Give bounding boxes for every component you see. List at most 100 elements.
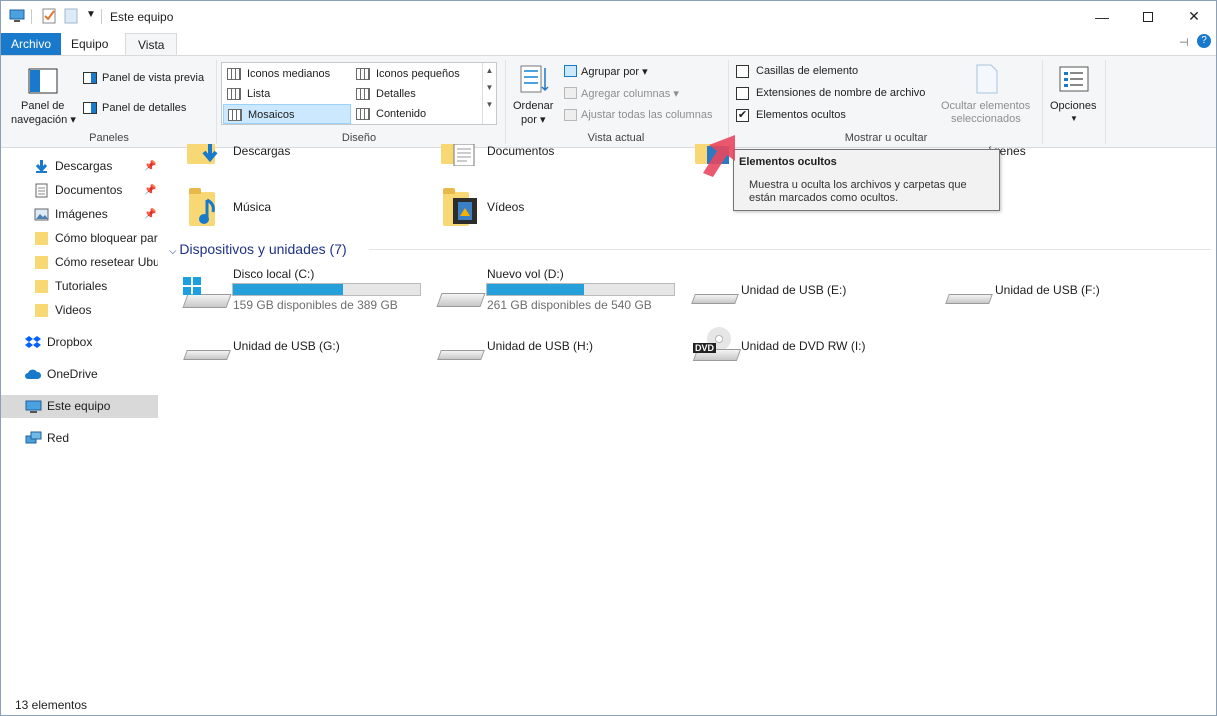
options-label: Opciones [1050, 100, 1097, 112]
hidden-items-checkbox[interactable]: ✔ [736, 109, 749, 122]
network-icon [25, 431, 42, 444]
computer-icon[interactable] [9, 8, 25, 24]
folder-label-descargas[interactable]: Descargas [233, 144, 290, 158]
properties-icon[interactable] [41, 8, 57, 24]
content-icon [356, 108, 370, 120]
folder-label-videos[interactable]: Vídeos [487, 200, 524, 214]
folder-tile-documentos[interactable] [441, 144, 481, 170]
qat-dropdown-icon[interactable]: ▼ [86, 9, 96, 20]
hide-selected-button: Ocultar elementos seleccionados [939, 62, 1035, 128]
tab-archivo[interactable]: Archivo [1, 33, 62, 55]
show-hide-group-label: Mostrar u ocultar [844, 132, 928, 144]
drive-c-icon[interactable] [181, 277, 232, 311]
drive-g-icon[interactable] [181, 347, 231, 367]
layout-small-icons[interactable]: Iconos pequeños [352, 64, 480, 84]
tab-equipo[interactable]: Equipo [59, 33, 120, 55]
item-checkboxes-label[interactable]: Casillas de elemento [756, 65, 858, 77]
nav-item-red[interactable]: Red [1, 427, 158, 450]
chevron-down-icon[interactable]: ⌵ [169, 246, 179, 257]
nav-item-documentos[interactable]: Documentos 📌 [1, 179, 158, 202]
expand-icon[interactable]: ▼ [483, 100, 496, 109]
help-icon[interactable]: ? [1197, 34, 1211, 48]
new-folder-icon[interactable] [64, 8, 80, 24]
nav-item-descargas[interactable]: Descargas 📌 [1, 155, 158, 178]
drive-c-label[interactable]: Disco local (C:) [233, 267, 314, 281]
nav-item-este-equipo[interactable]: Este equipo [1, 395, 158, 418]
hide-selected-label-2: seleccionados [951, 113, 1021, 125]
maximize-button[interactable] [1125, 1, 1171, 32]
layout-medium-icons[interactable]: Iconos medianos [223, 64, 351, 84]
navigation-pane: Descargas 📌 Documentos 📌 Imágenes 📌 Cómo bl… [1, 148, 161, 688]
preview-pane-button[interactable]: Panel de vista previa [102, 72, 204, 84]
layout-details[interactable]: Detalles [352, 84, 480, 104]
details-pane-button[interactable]: Panel de detalles [102, 102, 186, 114]
fit-columns-icon [564, 109, 577, 121]
layout-scrollbar[interactable]: ▲ ▼ ▼ [482, 63, 496, 124]
layout-content[interactable]: Contenido [352, 104, 480, 124]
drive-e-icon[interactable] [689, 291, 739, 311]
scroll-down-icon[interactable]: ▼ [483, 83, 496, 92]
scroll-up-icon[interactable]: ▲ [483, 66, 496, 75]
drive-g-label[interactable]: Unidad de USB (G:) [233, 339, 340, 353]
drive-f-label[interactable]: Unidad de USB (F:) [995, 283, 1100, 297]
status-bar-count: 13 elementos [15, 698, 88, 712]
minimize-button[interactable]: — [1079, 1, 1125, 32]
tab-vista[interactable]: Vista [125, 33, 178, 55]
drive-i-label[interactable]: Unidad de DVD RW (I:) [741, 339, 865, 353]
film-icon [453, 198, 477, 224]
navigation-pane-button[interactable]: Panel de navegación ▾ [11, 62, 76, 132]
pin-icon[interactable]: 📌 [144, 179, 156, 202]
drive-c-free-space: 159 GB disponibles de 389 GB [233, 298, 398, 312]
pin-ribbon-icon[interactable]: ⊣ [1179, 36, 1189, 49]
nav-item-tutoriales[interactable]: Tutoriales [1, 275, 158, 298]
nav-item-imagenes[interactable]: Imágenes 📌 [1, 203, 158, 226]
drive-h-icon[interactable] [435, 347, 485, 367]
usb-drive-icon [437, 350, 485, 360]
item-checkboxes-checkbox[interactable] [736, 65, 749, 78]
drive-h-label[interactable]: Unidad de USB (H:) [487, 339, 593, 353]
section-divider [369, 249, 1211, 250]
navigation-pane-label-1: Panel de [21, 100, 65, 112]
nav-item-dropbox[interactable]: Dropbox [1, 331, 158, 354]
sort-by-button[interactable]: Ordenar por ▾ [509, 62, 559, 130]
nav-item-videos[interactable]: Videos [1, 299, 158, 322]
list-icon [227, 88, 241, 100]
title-bar: ▼ Este equipo — ✕ [1, 1, 1216, 32]
drive-i-icon[interactable]: DVD [689, 325, 742, 367]
minimize-icon: — [1095, 8, 1109, 25]
nav-item-onedrive[interactable]: OneDrive [1, 363, 158, 386]
image-icon [34, 208, 49, 221]
folder-tile-videos[interactable] [441, 186, 481, 230]
drive-d-label[interactable]: Nuevo vol (D:) [487, 267, 564, 281]
folder-label-documentos[interactable]: Documentos [487, 144, 554, 158]
annotation-arrow-icon [703, 135, 735, 177]
group-by-button[interactable]: Agrupar por ▾ [581, 65, 648, 78]
nav-item-folder[interactable]: Cómo resetear Ubu [1, 251, 158, 274]
options-button[interactable]: Opciones ▼ [1047, 62, 1101, 130]
pin-icon[interactable]: 📌 [144, 203, 156, 226]
drive-f-icon[interactable] [943, 291, 993, 311]
folder-icon [35, 232, 48, 245]
file-extensions-checkbox[interactable] [736, 87, 749, 100]
sort-by-label-2: por ▾ [521, 114, 546, 126]
layout-list[interactable]: Lista [223, 84, 351, 104]
close-icon: ✕ [1188, 8, 1200, 24]
drive-e-label[interactable]: Unidad de USB (E:) [741, 283, 846, 297]
group-by-icon [564, 65, 577, 77]
close-button[interactable]: ✕ [1171, 1, 1216, 32]
pin-icon[interactable]: 📌 [144, 155, 156, 178]
drive-d-icon[interactable] [435, 283, 486, 311]
file-extensions-label[interactable]: Extensiones de nombre de archivo [756, 87, 925, 99]
ribbon-tabs: Archivo Equipo Vista ⊣ ? [1, 32, 1216, 55]
dvd-badge: DVD [693, 343, 717, 353]
hidden-items-label[interactable]: Elementos ocultos [756, 109, 846, 121]
folder-label-musica[interactable]: Música [233, 200, 271, 214]
folder-tile-descargas[interactable] [187, 144, 227, 170]
tooltip-line-1: Muestra u oculta los archivos y carpetas… [749, 179, 967, 191]
tooltip-title: Elementos ocultos [739, 156, 837, 168]
nav-item-folder[interactable]: Cómo bloquear par [1, 227, 158, 250]
qat-separator [31, 9, 32, 24]
folder-tile-musica[interactable] [187, 186, 227, 230]
devices-section-header[interactable]: ⌵ Dispositivos y unidades (7) [169, 241, 347, 257]
layout-tiles[interactable]: Mosaicos [223, 104, 351, 124]
